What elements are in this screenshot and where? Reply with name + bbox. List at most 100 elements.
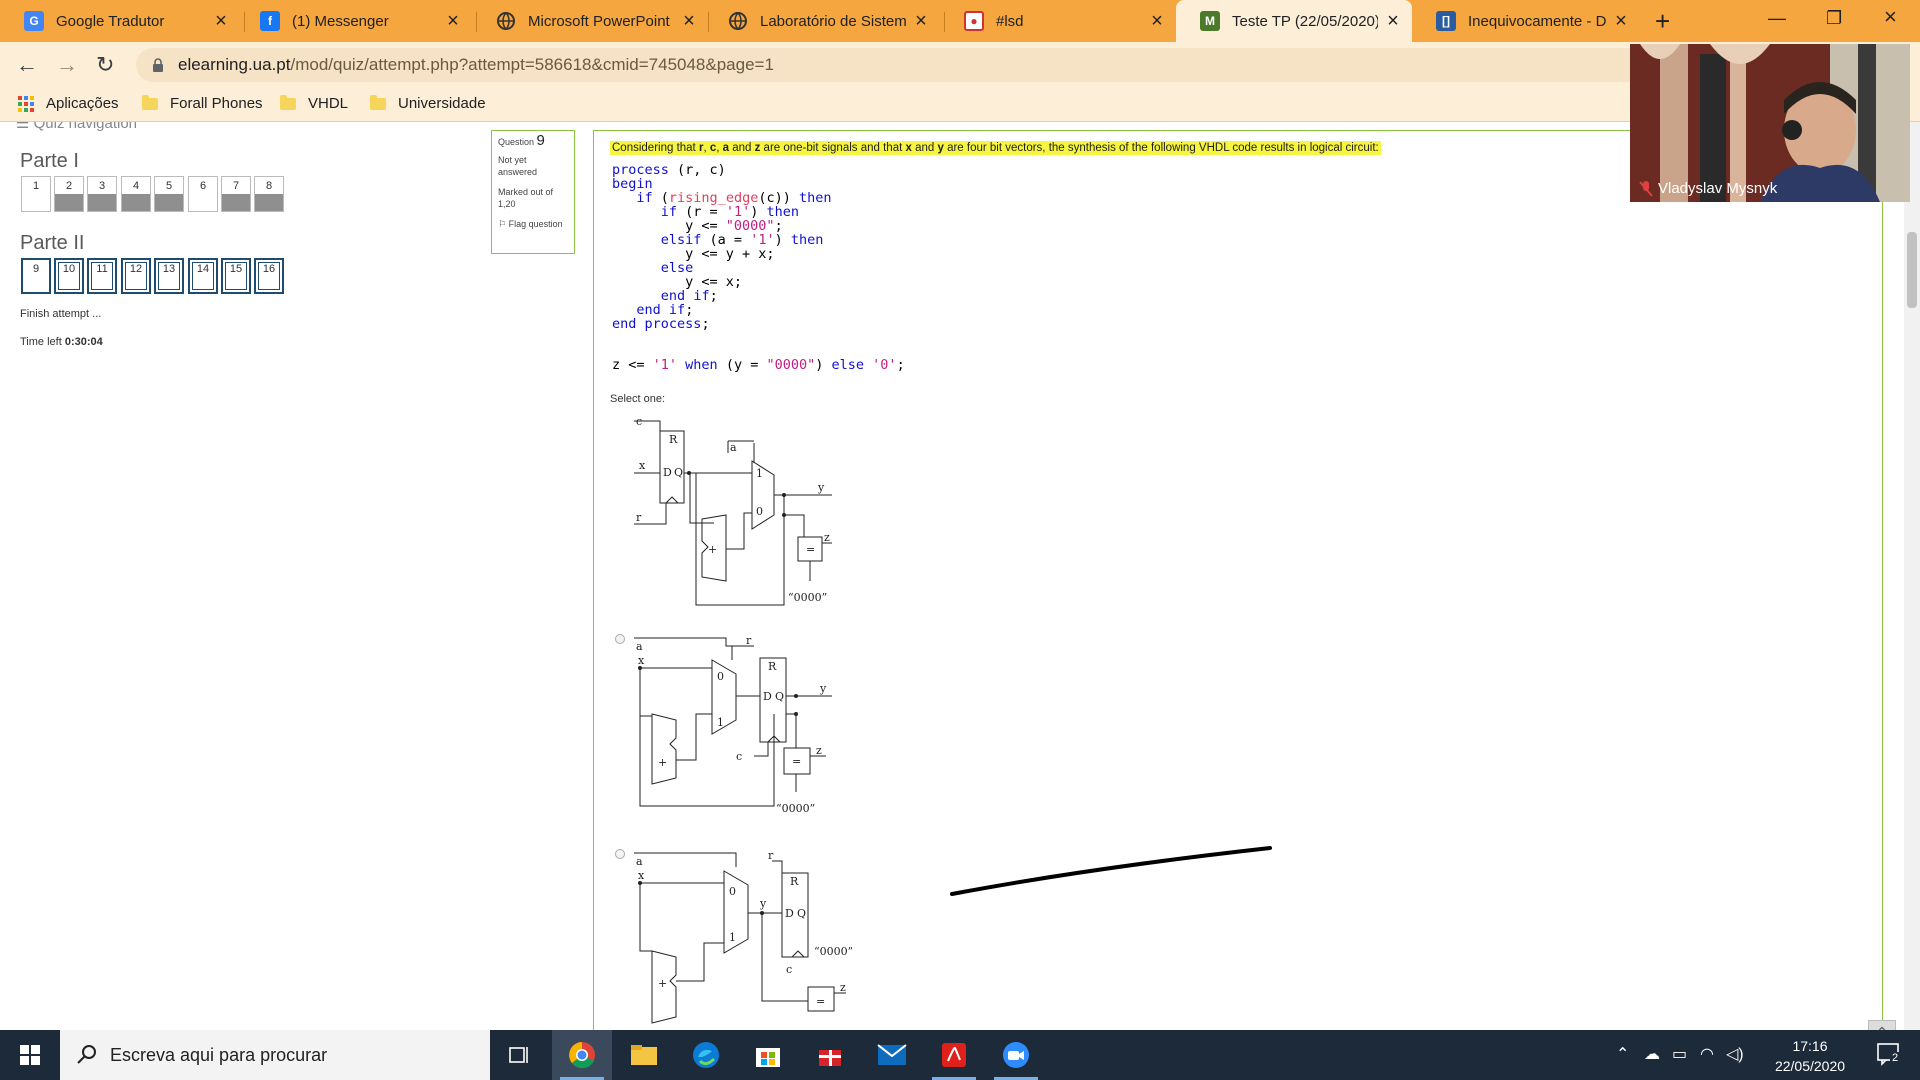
tab-label: Microsoft PowerPoint -	[528, 12, 674, 30]
circuit-label: a	[730, 441, 737, 454]
finish-attempt-link[interactable]: Finish attempt ...	[20, 308, 101, 320]
quiz-nav-question-1[interactable]: 1	[21, 176, 51, 212]
tab-messenger[interactable]: f (1) Messenger ×	[236, 0, 472, 42]
lock-icon	[153, 58, 163, 72]
bookmark-forall-phones[interactable]: Forall Phones	[142, 94, 263, 112]
close-icon[interactable]: ×	[444, 10, 462, 33]
wifi-icon[interactable]: ◠	[1700, 1044, 1714, 1064]
gift-icon[interactable]	[800, 1030, 860, 1080]
notifications-button[interactable]: 2	[1876, 1042, 1902, 1071]
circuit-label: D	[763, 690, 772, 703]
windows-logo-icon	[20, 1045, 40, 1065]
quiz-nav-question-16[interactable]: 16	[254, 258, 284, 294]
search-placeholder: Escreva aqui para procurar	[110, 1044, 328, 1065]
close-icon[interactable]: ×	[1384, 10, 1402, 33]
quiz-nav-question-8[interactable]: 8	[254, 176, 284, 212]
close-icon[interactable]: ×	[912, 10, 930, 33]
tab-laboratorio[interactable]: Laboratório de Sistema ×	[704, 0, 940, 42]
quiz-nav-question-4[interactable]: 4	[121, 176, 151, 212]
meet-icon: ●	[964, 11, 984, 31]
start-button[interactable]	[0, 1030, 60, 1080]
code-line: else	[660, 260, 694, 276]
quiz-nav-question-11[interactable]: 11	[87, 258, 117, 294]
circuit-label: 1	[729, 931, 736, 944]
quiz-nav-question-15[interactable]: 15	[221, 258, 251, 294]
restore-icon[interactable]: ❐	[1826, 8, 1842, 29]
scroll-thumb[interactable]	[1907, 232, 1917, 308]
tab-lsd[interactable]: ● #lsd ×	[940, 0, 1176, 42]
dictionary-icon: []	[1436, 11, 1456, 31]
reload-icon[interactable]: ↻	[96, 52, 114, 78]
back-icon[interactable]: ←	[16, 52, 38, 78]
tab-teste-tp[interactable]: M Teste TP (22/05/2020) ( ×	[1176, 0, 1412, 42]
zoom-icon[interactable]	[986, 1030, 1046, 1080]
tab-inequivocamente[interactable]: [] Inequivocamente - Dic ×	[1412, 0, 1640, 42]
close-icon[interactable]: ×	[680, 10, 698, 33]
code-line: y <= y + x;	[612, 246, 775, 262]
tab-label: #lsd	[996, 12, 1024, 30]
window-close-icon[interactable]: ×	[1884, 4, 1897, 30]
bookmark-vhdl[interactable]: VHDL	[280, 94, 348, 112]
option-b-radio[interactable]	[615, 849, 625, 859]
onedrive-icon[interactable]: ☁	[1644, 1044, 1660, 1064]
quiz-nav-question-2[interactable]: 2	[54, 176, 84, 212]
question-text-part: and	[911, 142, 938, 154]
mail-icon[interactable]	[862, 1030, 922, 1080]
volume-icon[interactable]: ◁)	[1726, 1044, 1744, 1064]
circuit-label: c	[636, 415, 642, 428]
battery-icon[interactable]: ▭	[1672, 1044, 1687, 1064]
quiz-nav-question-5[interactable]: 5	[154, 176, 184, 212]
quiz-nav-question-7[interactable]: 7	[221, 176, 251, 212]
tab-google-translate[interactable]: G Google Tradutor ×	[0, 0, 240, 42]
circuit-label: =	[816, 995, 825, 1008]
bookmark-universidade[interactable]: Universidade	[370, 94, 486, 112]
quiz-navigation-label: Quiz navigation	[33, 122, 138, 132]
quiz-nav-question-13[interactable]: 13	[154, 258, 184, 294]
forward-icon[interactable]: →	[56, 52, 78, 78]
show-hidden-icons[interactable]: ⌃	[1616, 1044, 1629, 1064]
new-tab-button[interactable]: +	[1655, 6, 1670, 37]
quiz-nav-question-12[interactable]: 12	[121, 258, 151, 294]
folder-icon	[142, 94, 158, 110]
quiz-nav-question-3[interactable]: 3	[87, 176, 117, 212]
webcam-overlay[interactable]: Vladyslav Mysnyk	[1630, 44, 1910, 202]
clock[interactable]: 17:16 22/05/2020	[1762, 1036, 1858, 1076]
flag-question[interactable]: ⚐ Flag question	[498, 218, 568, 230]
flag-question-label: Flag question	[508, 219, 563, 229]
edge-icon[interactable]	[676, 1030, 736, 1080]
question-text-part: Considering that	[612, 142, 699, 154]
apps-grid-icon	[18, 95, 34, 112]
circuit-label: R	[790, 875, 799, 888]
close-icon[interactable]: ×	[212, 10, 230, 33]
close-icon[interactable]: ×	[1148, 10, 1166, 33]
folder-icon	[280, 94, 296, 110]
close-icon[interactable]: ×	[1612, 10, 1630, 33]
question-status: Not yet answered	[498, 155, 538, 177]
quiz-nav-question-10[interactable]: 10	[54, 258, 84, 294]
bookmark-label: Aplicações	[46, 95, 119, 112]
circuit-label: 1	[756, 467, 763, 480]
chrome-icon[interactable]	[552, 1030, 612, 1080]
taskbar-search[interactable]: Escreva aqui para procurar	[60, 1030, 490, 1080]
facebook-icon: f	[260, 11, 280, 31]
option-a-radio[interactable]	[615, 634, 625, 644]
time-left-label: Time left	[20, 336, 62, 348]
bookmark-aplicacoes[interactable]: Aplicações	[18, 95, 119, 112]
clock-date: 22/05/2020	[1774, 1058, 1846, 1074]
quiz-nav-question-14[interactable]: 14	[188, 258, 218, 294]
store-icon[interactable]	[738, 1030, 798, 1080]
quiz-nav-question-6[interactable]: 6	[188, 176, 218, 212]
scroll-to-top-button[interactable]: ⌃	[1868, 1020, 1896, 1030]
file-explorer-icon[interactable]	[614, 1030, 674, 1080]
vertical-scrollbar[interactable]	[1904, 122, 1920, 1030]
address-bar[interactable]: elearning.ua.pt/mod/quiz/attempt.php?att…	[136, 48, 1776, 82]
circuit-label: D	[663, 466, 672, 479]
circuit-option-c: a r R x 0 y D Q 1 “0000” c + = z	[634, 851, 852, 1024]
tab-powerpoint[interactable]: Microsoft PowerPoint - ×	[472, 0, 708, 42]
minimize-icon[interactable]: —	[1768, 8, 1786, 29]
quiz-navigation-title: ☰ Quiz navigation	[16, 122, 137, 132]
acrobat-icon[interactable]	[924, 1030, 984, 1080]
circuit-label: R	[669, 433, 678, 446]
quiz-nav-question-9[interactable]: 9	[21, 258, 51, 294]
task-view-icon[interactable]	[490, 1030, 550, 1080]
